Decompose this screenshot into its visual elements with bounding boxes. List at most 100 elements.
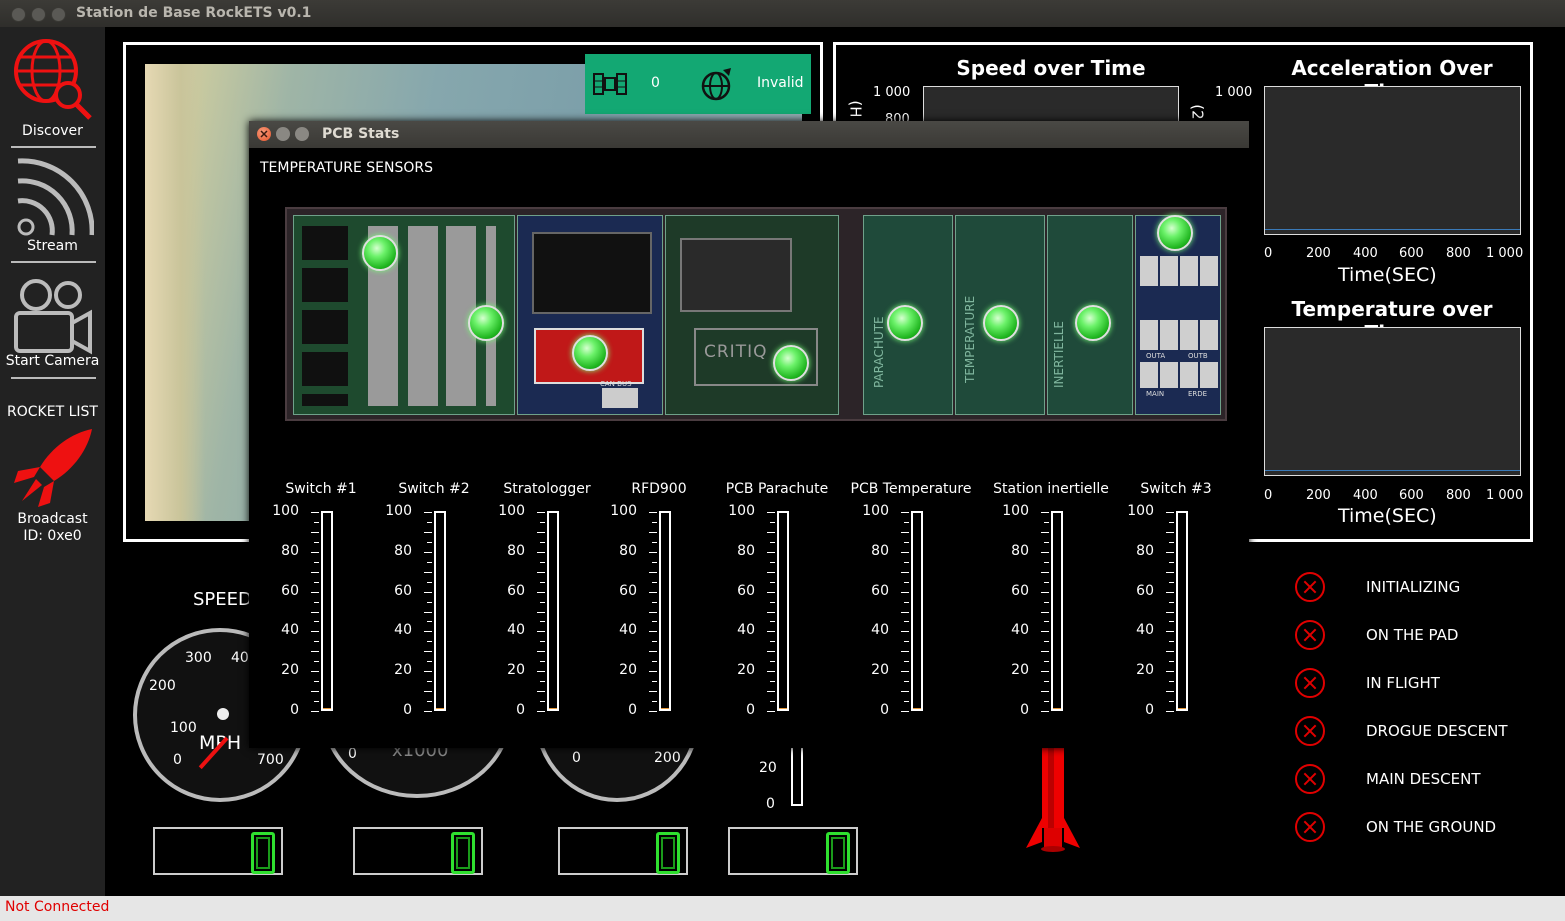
sensor-scale-mark bbox=[427, 681, 432, 683]
pcb-stats-dialog: PCB Stats TEMPERATURE SENSORS CAN BUS CR… bbox=[249, 121, 1249, 748]
sensor-scale-tick: 20 bbox=[281, 662, 299, 679]
gps-globe-icon bbox=[701, 68, 731, 101]
sensor-label: Switch #1 bbox=[285, 481, 357, 497]
rocket-orientation-graphic bbox=[1026, 748, 1080, 852]
lcd-display bbox=[728, 827, 858, 875]
sensor-scale-mark bbox=[1041, 591, 1049, 593]
sensor-scale-mark bbox=[537, 691, 545, 693]
sensor-temperature-fill bbox=[1178, 708, 1186, 709]
sensor-scale-mark bbox=[649, 551, 657, 553]
x-tick: 0 bbox=[1264, 246, 1273, 261]
sensor-scale-mark bbox=[540, 601, 545, 603]
sensor-scale-mark bbox=[1166, 531, 1174, 533]
sensor-scale-tick: 100 bbox=[1002, 503, 1029, 519]
sensor-scale-mark bbox=[1169, 541, 1174, 543]
state-error-icon bbox=[1295, 572, 1325, 602]
sensor-scale-mark bbox=[901, 551, 909, 553]
sensor-scale-mark bbox=[1166, 691, 1174, 693]
sensor-scale-mark bbox=[311, 591, 319, 593]
sensor-scale-tick: 60 bbox=[394, 582, 412, 599]
sensor-scale-mark bbox=[1044, 541, 1049, 543]
sensor-scale-tick: 0 bbox=[516, 702, 525, 718]
sensor-scale-mark bbox=[1166, 651, 1174, 653]
x-tick: 1 000 bbox=[1486, 488, 1524, 503]
sensor-scale-tick: 100 bbox=[272, 503, 299, 519]
sensor-scale-mark bbox=[537, 711, 545, 712]
speed-plot-area[interactable] bbox=[923, 86, 1179, 126]
sensor-scale-mark bbox=[901, 671, 909, 673]
sensor-scale-mark bbox=[540, 541, 545, 543]
sensor-scale-mark bbox=[767, 631, 775, 633]
camera-label: Start Camera bbox=[5, 353, 100, 369]
temperature-plot-area[interactable] bbox=[1264, 327, 1521, 476]
sensor-scale-mark bbox=[1166, 512, 1174, 513]
state-label: MAIN DESCENT bbox=[1366, 770, 1481, 788]
sensor-scale-mark bbox=[770, 521, 775, 523]
state-error-icon bbox=[1295, 812, 1325, 842]
sensor-scale-mark bbox=[311, 551, 319, 553]
satellite-count: 0 bbox=[651, 75, 660, 91]
sensor-scale-mark bbox=[767, 611, 775, 613]
state-error-icon bbox=[1295, 668, 1325, 698]
sensor-scale-mark bbox=[767, 551, 775, 553]
sensor-scale-mark bbox=[314, 681, 319, 683]
sensor-scale-mark bbox=[314, 641, 319, 643]
sensor-scale-mark bbox=[652, 641, 657, 643]
sensor-scale-mark bbox=[1044, 621, 1049, 623]
sensor-scale-mark bbox=[1044, 681, 1049, 683]
sensor-scale-tick: 40 bbox=[737, 622, 755, 639]
sensor-scale-tick: 40 bbox=[871, 622, 889, 639]
x-tick: 800 bbox=[1446, 246, 1471, 261]
acceleration-plot-area[interactable] bbox=[1264, 86, 1521, 235]
sensor-scale-tick: 20 bbox=[394, 662, 412, 679]
sensor-scale-mark bbox=[427, 521, 432, 523]
sidebar: Discover Stream Start Camera ROCKET LIST… bbox=[0, 27, 105, 896]
maximize-window-button[interactable] bbox=[51, 7, 66, 22]
sensor-scale-mark bbox=[424, 531, 432, 533]
discover-button[interactable]: Discover bbox=[0, 27, 105, 145]
sensor-scale-mark bbox=[314, 521, 319, 523]
window-title-bar: Station de Base RockETS v0.1 bbox=[0, 0, 1565, 27]
x-tick: 200 bbox=[1306, 488, 1331, 503]
state-error-icon bbox=[1295, 620, 1325, 650]
rocket-list-item[interactable]: Broadcast ID: 0xe0 bbox=[0, 425, 105, 547]
sensor-scale-mark bbox=[424, 571, 432, 573]
sensor-scale-mark bbox=[1041, 551, 1049, 553]
sensor-scale-mark bbox=[649, 631, 657, 633]
start-camera-button[interactable]: Start Camera bbox=[0, 267, 105, 377]
stream-button[interactable]: Stream bbox=[0, 151, 105, 261]
third-gauge-tick: 200 bbox=[654, 750, 681, 766]
sensor-scale-mark bbox=[311, 651, 319, 653]
flight-state-list: INITIALIZING ON THE PAD IN FLIGHT DROGUE… bbox=[1290, 568, 1540, 848]
satellite-icon bbox=[593, 73, 627, 95]
sensor-scale-mark bbox=[537, 571, 545, 573]
sensor-scale-mark bbox=[1169, 681, 1174, 683]
minimize-window-button[interactable] bbox=[31, 7, 46, 22]
x-tick: 0 bbox=[1264, 488, 1273, 503]
sensor-temperature-bar bbox=[659, 511, 671, 711]
sensor-scale-mark bbox=[767, 531, 775, 533]
sensor-scale-mark bbox=[1041, 651, 1049, 653]
sensor-scale-mark bbox=[904, 701, 909, 703]
sensor-scale-tick: 40 bbox=[1011, 622, 1029, 639]
sensor-scale-mark bbox=[901, 691, 909, 693]
sensor-scale-mark bbox=[652, 541, 657, 543]
sidebar-divider bbox=[11, 261, 96, 263]
connection-status: Not Connected bbox=[5, 899, 110, 915]
sensor-scale-mark bbox=[540, 581, 545, 583]
sensor-scale-mark bbox=[767, 711, 775, 712]
sensor-scale-tick: 60 bbox=[1011, 582, 1029, 599]
sensor-label: Switch #2 bbox=[398, 481, 470, 497]
sensor-scale-mark bbox=[767, 512, 775, 513]
sensor-scale-mark bbox=[901, 611, 909, 613]
x-tick: 200 bbox=[1306, 246, 1331, 261]
sensor-temperature-bar bbox=[321, 511, 333, 711]
sensor-scale-mark bbox=[424, 591, 432, 593]
speed-gauge-title: SPEED bbox=[193, 589, 252, 610]
close-window-button[interactable] bbox=[11, 7, 26, 22]
sensor-scale-mark bbox=[537, 611, 545, 613]
map-terrain bbox=[145, 64, 205, 521]
sensor-scale-mark bbox=[311, 512, 319, 513]
small-bar-column bbox=[791, 748, 803, 806]
sensor-scale-tick: 100 bbox=[610, 503, 637, 519]
